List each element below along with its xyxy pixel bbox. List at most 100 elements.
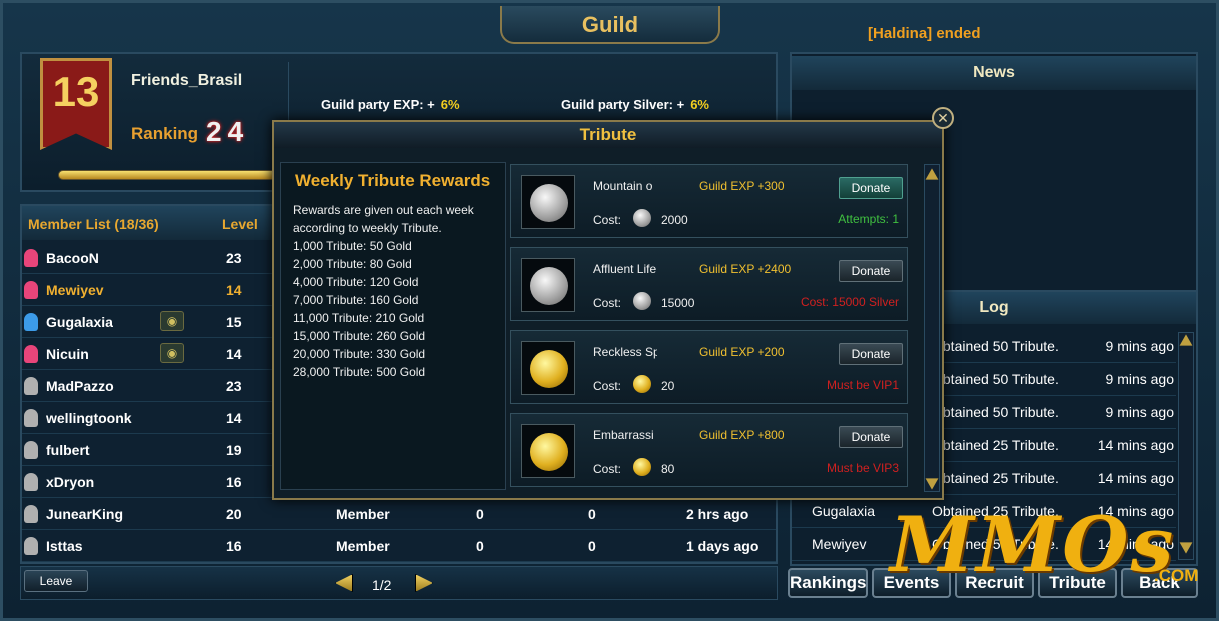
- ranking-value: 24: [206, 116, 250, 147]
- member-last-online: 2 hrs ago: [686, 506, 749, 522]
- member-level: 19: [226, 442, 242, 458]
- member-level: 23: [226, 250, 242, 266]
- close-icon[interactable]: ✕: [932, 107, 954, 129]
- tribute-item-name: Reckless Sp: [593, 345, 657, 359]
- tribute-item: Reckless Sp Guild EXP +200 Cost: 20 Donate Mu…: [510, 330, 908, 404]
- eye-icon[interactable]: ◉: [160, 343, 184, 363]
- reward-tier: 11,000 Tribute: 210 Gold: [293, 311, 425, 325]
- gold-coins-icon: [530, 350, 568, 388]
- member-level: 15: [226, 314, 242, 330]
- tribute-item-name: Embarrassi: [593, 428, 654, 442]
- member-contribution: 0: [476, 506, 484, 522]
- tribute-item: Affluent Life Guild EXP +2400 Cost: 15000 Do…: [510, 247, 908, 321]
- member-class-icon: [24, 281, 38, 299]
- member-name: fulbert: [46, 442, 90, 458]
- log-action: Obtained 25 Tribute.: [932, 437, 1059, 453]
- cost-label: Cost:: [593, 213, 622, 227]
- mmos-watermark-logo: MMOs: [890, 500, 1176, 589]
- weekly-rewards-title: Weekly Tribute Rewards: [295, 171, 491, 190]
- log-time: 9 mins ago: [1105, 338, 1174, 354]
- reward-tier: 15,000 Tribute: 260 Gold: [293, 329, 426, 343]
- member-name: Mewiyev: [46, 282, 104, 298]
- cost-label: Cost:: [593, 379, 622, 393]
- log-action: Obtained 25 Tribute.: [932, 470, 1059, 486]
- mmos-watermark-suffix: .COM: [1154, 566, 1199, 585]
- log-time: 14 mins ago: [1097, 437, 1174, 453]
- party-silver-value: 6%: [690, 97, 709, 112]
- log-member: Mewiyev: [812, 536, 867, 552]
- party-silver-label: Guild party Silver: +: [561, 97, 685, 112]
- member-level: 23: [226, 378, 242, 394]
- member-level: 16: [226, 474, 242, 490]
- member-tribute: 0: [588, 506, 596, 522]
- member-class-icon: [24, 537, 38, 555]
- log-member: Gugalaxia: [812, 503, 876, 519]
- cost-value: 2000: [661, 213, 688, 227]
- weekly-rewards-intro: Rewards are given out each week accordin…: [293, 203, 474, 235]
- log-time: 9 mins ago: [1105, 404, 1174, 420]
- member-name: Isttas: [46, 538, 83, 554]
- member-level: 14: [226, 282, 242, 298]
- level-column-header[interactable]: Level: [222, 216, 258, 232]
- member-rank: Member: [336, 506, 390, 522]
- member-rank: Member: [336, 538, 390, 554]
- donate-button[interactable]: Donate: [839, 343, 903, 365]
- tribute-item-status: Cost: 15000 Silver: [800, 295, 899, 309]
- tribute-item: Embarrassi Guild EXP +800 Cost: 80 Donate Mus…: [510, 413, 908, 487]
- cost-value: 15000: [661, 296, 695, 310]
- member-name: wellingtoonk: [46, 410, 132, 426]
- cost-value: 80: [661, 462, 675, 476]
- member-name: xDryon: [46, 474, 95, 490]
- member-last-online: 1 days ago: [686, 538, 759, 554]
- reward-tier: 28,000 Tribute: 500 Gold: [293, 365, 426, 379]
- cost-label: Cost:: [593, 296, 622, 310]
- tribute-scrollbar[interactable]: [924, 164, 940, 492]
- reward-tier: 2,000 Tribute: 80 Gold: [293, 257, 412, 271]
- cost-label: Cost:: [593, 462, 622, 476]
- log-scrollbar[interactable]: [1178, 332, 1194, 560]
- cost-value: 20: [661, 379, 675, 393]
- tribute-item-image: [521, 424, 575, 478]
- donate-button[interactable]: Donate: [839, 177, 903, 199]
- tribute-item-exp: Guild EXP +800: [699, 428, 785, 442]
- party-silver: Guild party Silver: + 6%: [561, 97, 709, 112]
- member-tribute: 0: [588, 538, 596, 554]
- member-footer: [20, 566, 778, 600]
- tribute-item-status: Must be VIP3: [826, 461, 899, 475]
- member-name: Nicuin: [46, 346, 89, 362]
- party-exp-label: Guild party EXP: +: [321, 97, 435, 112]
- silver-coin-icon: [633, 209, 651, 227]
- tribute-item-status: Must be VIP1: [826, 378, 899, 392]
- leave-button[interactable]: Leave: [24, 570, 88, 592]
- member-name: Gugalaxia: [46, 314, 113, 330]
- member-level: 14: [226, 346, 242, 362]
- member-name: JunearKing: [46, 506, 124, 522]
- tab-rankings[interactable]: Rankings: [788, 568, 868, 598]
- log-action: Obtained 50 Tribute.: [932, 404, 1059, 420]
- member-contribution: 0: [476, 538, 484, 554]
- silver-coins-icon: [530, 184, 568, 222]
- news-title: News: [792, 56, 1196, 90]
- member-row[interactable]: JunearKing 20 Member 0 0 2 hrs ago: [22, 498, 776, 530]
- donate-button[interactable]: Donate: [839, 260, 903, 282]
- donate-button[interactable]: Donate: [839, 426, 903, 448]
- member-row[interactable]: Isttas 16 Member 0 0 1 days ago: [22, 530, 776, 562]
- member-level: 20: [226, 506, 242, 522]
- member-class-icon: [24, 377, 38, 395]
- reward-tier: 7,000 Tribute: 160 Gold: [293, 293, 419, 307]
- log-time: 9 mins ago: [1105, 371, 1174, 387]
- ranking-label: Ranking: [131, 124, 199, 143]
- gold-coins-icon: [530, 433, 568, 471]
- tribute-item-name: Affluent Life: [593, 262, 657, 276]
- member-list-title[interactable]: Member List (18/36): [28, 216, 159, 232]
- eye-icon[interactable]: ◉: [160, 311, 184, 331]
- silver-coins-icon: [530, 267, 568, 305]
- party-exp-value: 6%: [440, 97, 460, 112]
- reward-tier: 4,000 Tribute: 120 Gold: [293, 275, 419, 289]
- tribute-item: Mountain o Guild EXP +300 Cost: 2000 Donate A…: [510, 164, 908, 238]
- gold-coin-icon: [633, 458, 651, 476]
- member-level: 16: [226, 538, 242, 554]
- event-notice: [Haldina] ended: [868, 25, 981, 42]
- member-class-icon: [24, 345, 38, 363]
- tribute-title: Tribute: [274, 122, 942, 148]
